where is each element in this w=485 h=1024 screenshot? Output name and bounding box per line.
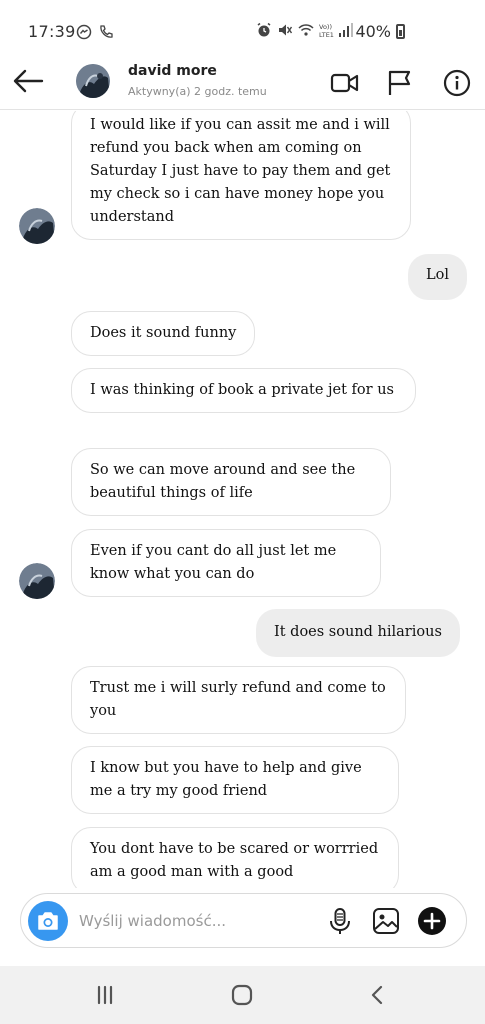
message-received[interactable]: You dont have to be scared or worrried a… [71,827,399,888]
camera-icon [38,912,58,930]
contact-name[interactable]: david more [128,63,217,79]
chevron-left-icon [371,985,383,1005]
microphone-icon [330,908,350,934]
message-composer [20,893,467,948]
message-received[interactable]: I know but you have to help and give me … [71,746,399,814]
status-system-icons: Vo)) LTE1 [256,22,353,38]
report-flag-button[interactable] [385,68,415,98]
more-options-button[interactable] [417,906,447,936]
video-camera-icon [330,73,359,93]
back-button[interactable] [10,66,46,96]
message-received[interactable]: I would like if you can assit me and i w… [71,111,411,240]
camera-button[interactable] [28,901,68,941]
arrow-left-icon [13,69,44,93]
alarm-icon [257,22,271,37]
message-thread[interactable]: I would like if you can assit me and i w… [0,111,485,888]
system-back-button[interactable] [361,980,395,1010]
message-received[interactable]: Even if you cant do all just let me know… [71,529,381,597]
call-icon [100,25,113,38]
mute-icon [279,24,293,36]
image-icon [373,908,399,934]
message-received[interactable]: So we can move around and see the beauti… [71,448,391,516]
message-received[interactable]: I was thinking of book a private jet for… [71,368,416,413]
recent-apps-icon [97,985,113,1005]
battery-percent: 40% [355,22,391,41]
status-time: 17:39 [28,22,76,41]
messenger-icon [76,24,92,40]
svg-text:LTE1: LTE1 [319,31,334,38]
lte-signal-icon: Vo))LTE1 [319,23,353,38]
message-avatar[interactable] [19,208,55,244]
contact-avatar[interactable] [76,64,110,98]
info-button[interactable] [442,68,472,98]
message-received[interactable]: Does it sound funny [71,311,256,356]
recent-apps-button[interactable] [88,980,122,1010]
status-notification-icons [76,24,114,40]
message-avatar[interactable] [19,563,55,599]
system-navigation-bar [0,966,485,1024]
home-icon [231,984,253,1006]
message-sent[interactable]: It does sound hilarious [256,609,460,657]
battery-icon [396,24,405,39]
message-received[interactable]: Trust me i will surly refund and come to… [71,666,406,734]
home-button[interactable] [225,980,259,1010]
svg-text:Vo)): Vo)) [319,23,332,31]
chat-header: david more Aktywny(a) 2 godz. temu [0,56,485,110]
info-icon [443,69,471,97]
status-bar: 17:39 Vo)) LTE1 40% [0,0,485,56]
wifi-icon [298,24,314,36]
gallery-button[interactable] [371,906,401,936]
video-call-button[interactable] [330,68,360,98]
contact-active-status: Aktywny(a) 2 godz. temu [128,85,267,98]
plus-circle-icon [418,907,446,935]
flag-icon [388,70,411,95]
voice-message-button[interactable] [325,906,355,936]
message-sent[interactable]: Lol [408,254,467,300]
message-input[interactable] [79,908,309,934]
